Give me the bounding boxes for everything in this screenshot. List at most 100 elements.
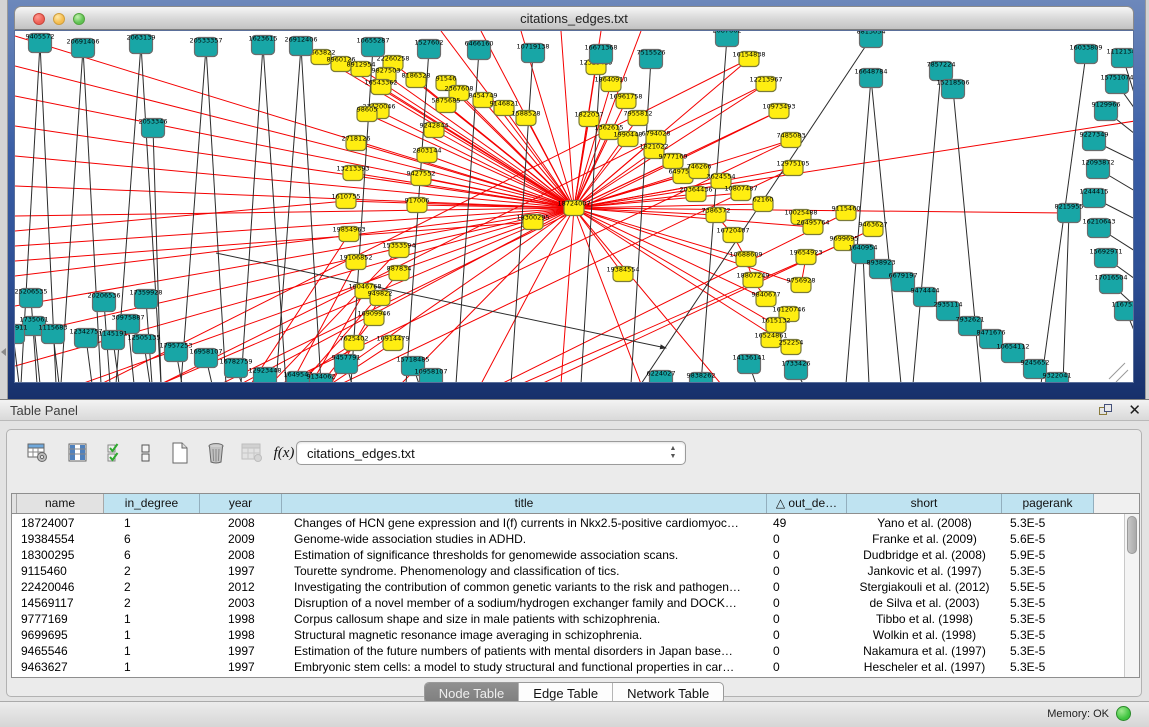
table-cell[interactable]: 6 <box>104 547 200 563</box>
table-cell[interactable]: 1 <box>104 515 200 531</box>
table-row[interactable]: 1938455462009Genome-wide association stu… <box>12 531 1139 547</box>
table-cell[interactable]: 9463627 <box>17 659 104 675</box>
table-row[interactable]: 977716911998Corpus callosum shape and si… <box>12 611 1139 627</box>
splitter-collapse-arrow[interactable] <box>1 348 6 356</box>
table-cell[interactable]: 1998 <box>200 627 282 643</box>
table-cell[interactable]: Investigating the contribution of common… <box>282 579 767 595</box>
network-window-titlebar[interactable]: citations_edges.txt <box>14 6 1134 30</box>
table-cell[interactable]: Disruption of a novel member of a sodium… <box>282 595 767 611</box>
table-cell[interactable]: 1 <box>104 627 200 643</box>
scrollbar-thumb[interactable] <box>1127 516 1137 554</box>
table-cell[interactable]: 0 <box>767 643 847 659</box>
table-cell[interactable]: 1998 <box>200 611 282 627</box>
vertical-scrollbar[interactable] <box>1124 514 1139 677</box>
table-cell[interactable]: 9699695 <box>17 627 104 643</box>
table-cell[interactable]: Stergiakouli et al. (2012) <box>847 579 1002 595</box>
table-cell[interactable]: 2008 <box>200 547 282 563</box>
tab-node-table[interactable]: Node Table <box>425 683 520 703</box>
table-cell[interactable]: Tibbo et al. (1998) <box>847 611 1002 627</box>
table-cell[interactable]: 0 <box>767 579 847 595</box>
network-canvas[interactable]: 7663822896012689129542226025898275038186… <box>14 30 1134 383</box>
table-cell[interactable]: 5.3E-5 <box>1002 595 1094 611</box>
table-cell[interactable]: de Silva et al. (2003) <box>847 595 1002 611</box>
table-cell[interactable]: 0 <box>767 627 847 643</box>
table-cell[interactable]: Estimation of significance thresholds fo… <box>282 547 767 563</box>
column-header-pagerank[interactable]: pagerank <box>1002 494 1094 513</box>
table-row[interactable]: 1456911722003Disruption of a novel membe… <box>12 595 1139 611</box>
table-cell[interactable]: 1 <box>104 643 200 659</box>
table-cell[interactable]: 5.3E-5 <box>1002 611 1094 627</box>
table-cell[interactable]: 2012 <box>200 579 282 595</box>
table-cell[interactable]: Nakamura et al. (1997) <box>847 643 1002 659</box>
table-cell[interactable]: 9115460 <box>17 563 104 579</box>
column-header-year[interactable]: year <box>200 494 282 513</box>
table-cell[interactable]: 1 <box>104 611 200 627</box>
table-cell[interactable]: 5.9E-5 <box>1002 547 1094 563</box>
table-cell[interactable]: 19384554 <box>17 531 104 547</box>
table-cell[interactable]: Tourette syndrome. Phenomenology and cla… <box>282 563 767 579</box>
table-cell[interactable]: 2009 <box>200 531 282 547</box>
table-cell[interactable]: 0 <box>767 531 847 547</box>
table-cell[interactable]: Structural magnetic resonance image aver… <box>282 627 767 643</box>
table-cell[interactable]: 1997 <box>200 643 282 659</box>
table-cell[interactable]: 1997 <box>200 659 282 675</box>
table-cell[interactable]: 0 <box>767 595 847 611</box>
table-row[interactable]: 946554611997Estimation of the future num… <box>12 643 1139 659</box>
table-cell[interactable]: 5.3E-5 <box>1002 515 1094 531</box>
table-cell[interactable]: Genome-wide association studies in ADHD. <box>282 531 767 547</box>
table-row[interactable]: 1830029562008Estimation of significance … <box>12 547 1139 563</box>
tab-network-table[interactable]: Network Table <box>613 683 723 703</box>
table-cell[interactable]: 5.3E-5 <box>1002 563 1094 579</box>
table-cell[interactable]: Corpus callosum shape and size in male p… <box>282 611 767 627</box>
table-cell[interactable]: 6 <box>104 531 200 547</box>
column-header-name[interactable]: name <box>17 494 104 513</box>
column-header-short[interactable]: short <box>847 494 1002 513</box>
table-cell[interactable]: 1997 <box>200 563 282 579</box>
table-cell[interactable]: 2003 <box>200 595 282 611</box>
new-column-button[interactable] <box>167 440 193 466</box>
table-cell[interactable]: 9777169 <box>17 611 104 627</box>
table-cell[interactable]: 18300295 <box>17 547 104 563</box>
delete-column-button[interactable] <box>203 440 229 466</box>
show-columns-button[interactable] <box>65 440 91 466</box>
table-cell[interactable]: Changes of HCN gene expression and I(f) … <box>282 515 767 531</box>
table-cell[interactable]: 18724007 <box>17 515 104 531</box>
table-cell[interactable]: 2008 <box>200 515 282 531</box>
table-cell[interactable]: 5.6E-5 <box>1002 531 1094 547</box>
table-cell[interactable]: Dudbridge et al. (2008) <box>847 547 1002 563</box>
float-panel-icon[interactable] <box>1099 404 1113 418</box>
table-cell[interactable]: Estimation of the future numbers of pati… <box>282 643 767 659</box>
table-selector-dropdown[interactable]: citations_edges.txt ▲▼ <box>296 441 686 465</box>
node-table[interactable]: namein_degreeyeartitle△ out_de…shortpage… <box>11 493 1140 678</box>
table-row[interactable]: 2242004622012Investigating the contribut… <box>12 579 1139 595</box>
merge-rows-button[interactable] <box>137 440 155 466</box>
table-cell[interactable]: 1 <box>104 659 200 675</box>
select-rows-button[interactable] <box>103 440 129 466</box>
import-table-button[interactable] <box>239 440 265 466</box>
table-cell[interactable]: 5.3E-5 <box>1002 659 1094 675</box>
table-cell[interactable]: 5.3E-5 <box>1002 627 1094 643</box>
table-cell[interactable]: 0 <box>767 547 847 563</box>
table-cell[interactable]: 0 <box>767 659 847 675</box>
table-cell[interactable]: Jankovic et al. (1997) <box>847 563 1002 579</box>
table-cell[interactable]: 22420046 <box>17 579 104 595</box>
table-cell[interactable]: 2 <box>104 563 200 579</box>
table-cell[interactable]: 2 <box>104 595 200 611</box>
table-cell[interactable]: Franke et al. (2009) <box>847 531 1002 547</box>
table-row[interactable]: 969969511998Structural magnetic resonanc… <box>12 627 1139 643</box>
table-cell[interactable]: Hescheler et al. (1997) <box>847 659 1002 675</box>
tab-edge-table[interactable]: Edge Table <box>519 683 613 703</box>
memory-indicator-icon[interactable] <box>1116 706 1131 721</box>
column-header-title[interactable]: title <box>282 494 767 513</box>
table-cell[interactable]: 0 <box>767 563 847 579</box>
close-panel-icon[interactable]: ✕ <box>1128 401 1141 419</box>
table-cell[interactable]: 9465546 <box>17 643 104 659</box>
table-mode-button[interactable] <box>25 440 51 466</box>
column-header-out_de[interactable]: △ out_de… <box>767 494 847 513</box>
table-cell[interactable]: Wolkin et al. (1998) <box>847 627 1002 643</box>
table-cell[interactable]: Embryonic stem cells: a model to study s… <box>282 659 767 675</box>
column-header-in_degree[interactable]: in_degree <box>104 494 200 513</box>
table-cell[interactable]: Yano et al. (2008) <box>847 515 1002 531</box>
table-cell[interactable]: 5.3E-5 <box>1002 643 1094 659</box>
table-cell[interactable]: 14569117 <box>17 595 104 611</box>
